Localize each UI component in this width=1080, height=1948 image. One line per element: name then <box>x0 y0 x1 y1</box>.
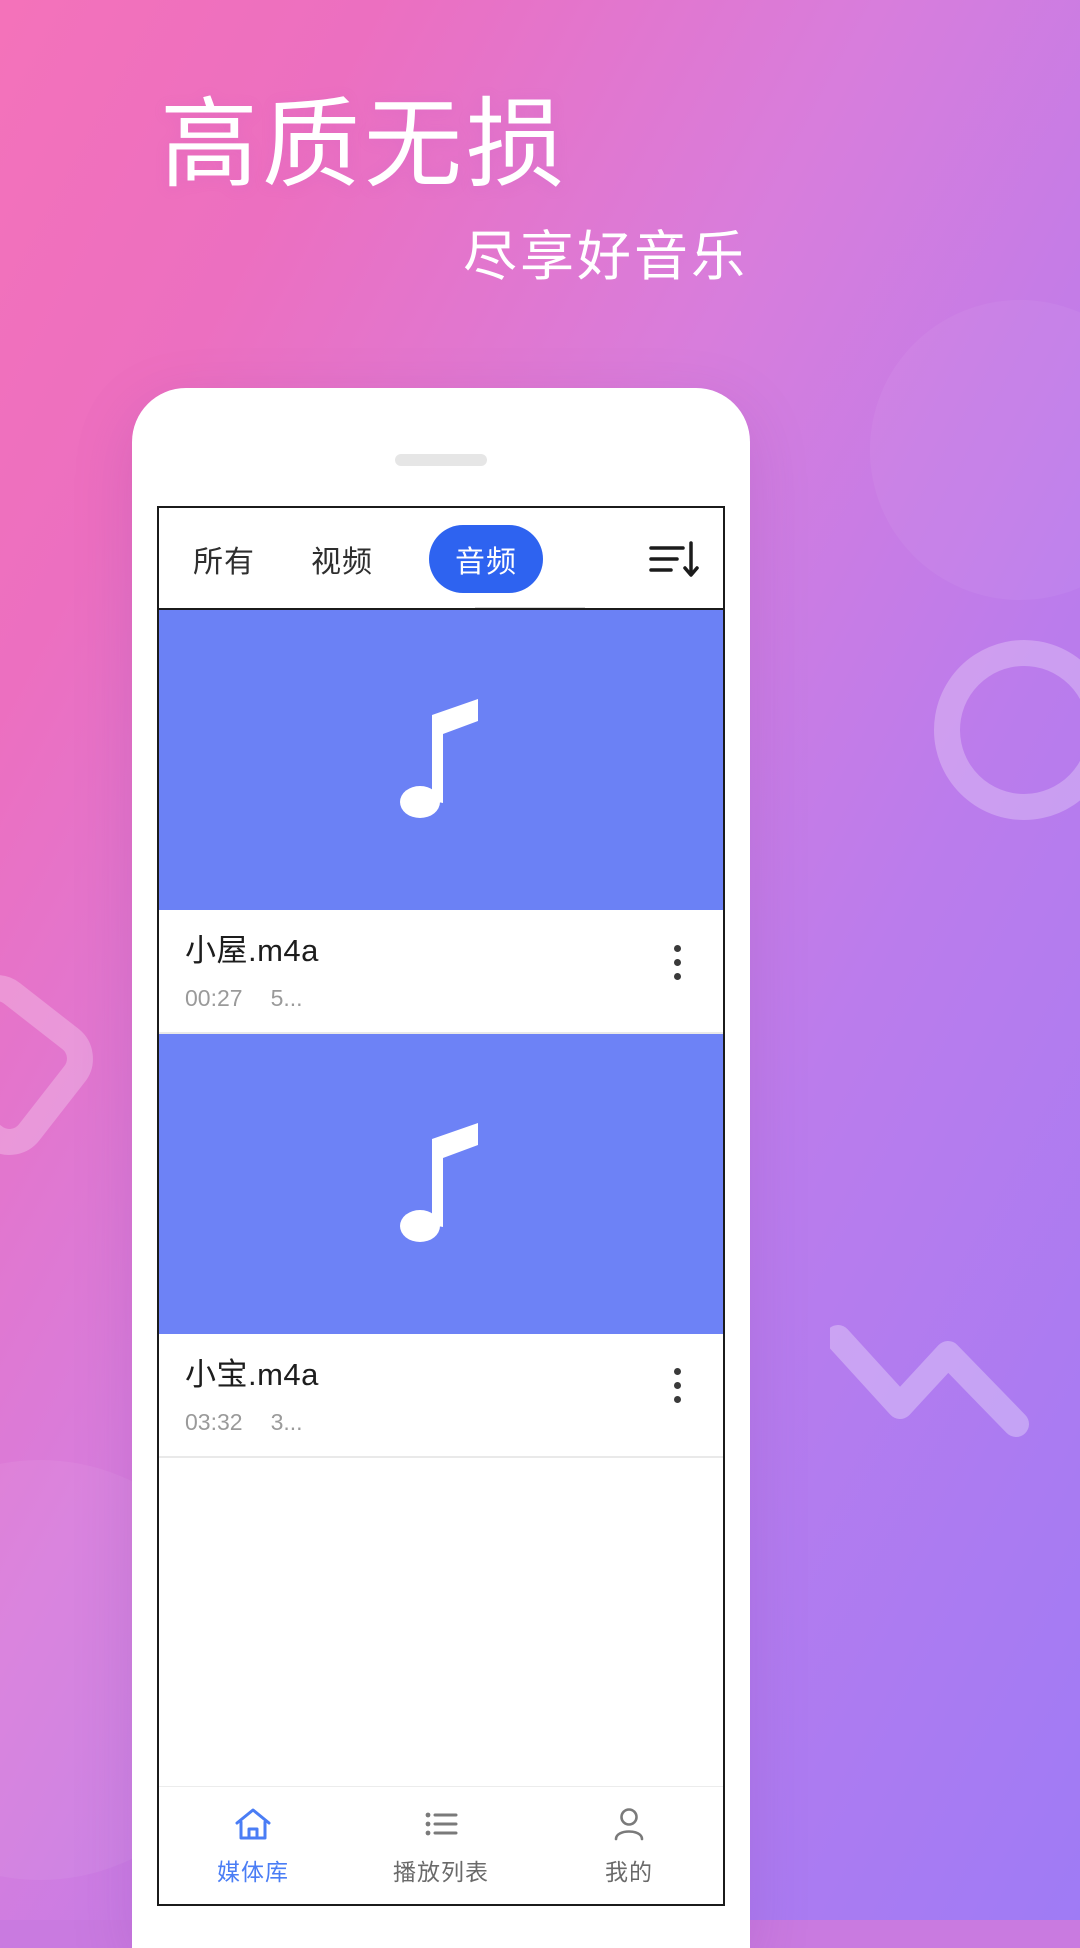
file-name: 小屋.m4a <box>185 933 319 968</box>
list-icon <box>419 1804 463 1844</box>
tab-video[interactable]: 视频 <box>311 537 373 581</box>
nav-item-library[interactable]: 媒体库 <box>159 1804 347 1887</box>
nav-item-profile[interactable]: 我的 <box>535 1804 723 1887</box>
phone-speaker-grill <box>395 454 487 466</box>
kebab-dot <box>673 972 681 980</box>
kebab-menu-icon[interactable] <box>657 1362 697 1410</box>
media-type-tabbar: 所有 视频 音频 <box>159 508 723 610</box>
sort-list-icon[interactable] <box>647 536 699 582</box>
file-duration: 00:27 <box>185 984 243 1011</box>
media-thumbnail[interactable] <box>159 1033 723 1334</box>
music-note-icon <box>386 1109 496 1259</box>
file-size: 3... <box>270 1408 303 1435</box>
file-name: 小宝.m4a <box>185 1356 319 1392</box>
nav-label-playlist: 播放列表 <box>393 1859 489 1885</box>
file-submeta: 03:32 3... <box>185 1409 657 1436</box>
nav-label-library: 媒体库 <box>217 1859 289 1885</box>
kebab-dot <box>673 958 681 966</box>
app-screen: 所有 视频 音频 小屋.m4a 00:27 5... 小宝.m4a 03:32 … <box>157 506 725 1906</box>
tabbar-bottom-border <box>159 608 723 610</box>
file-size: 5... <box>270 984 303 1011</box>
kebab-menu-icon[interactable] <box>657 938 697 986</box>
kebab-dot <box>673 1368 681 1376</box>
nav-label-profile: 我的 <box>605 1859 653 1885</box>
tab-audio[interactable]: 音频 <box>429 525 543 593</box>
music-note-icon <box>386 685 496 835</box>
media-list[interactable]: 小屋.m4a 00:27 5... 小宝.m4a 03:32 3... <box>159 610 723 1786</box>
list-item[interactable]: 小屋.m4a 00:27 5... <box>159 610 723 1034</box>
file-duration: 03:32 <box>185 1408 243 1435</box>
media-meta-text: 小宝.m4a 03:32 3... <box>185 1356 657 1436</box>
person-icon <box>607 1804 651 1844</box>
phone-mockup: 所有 视频 音频 小屋.m4a 00:27 5... 小宝.m4a 03:32 … <box>132 388 750 1948</box>
media-meta-row: 小宝.m4a 03:32 3... <box>159 1333 723 1458</box>
file-submeta: 00:27 5... <box>185 985 657 1012</box>
list-item[interactable]: 小宝.m4a 03:32 3... <box>159 1033 723 1458</box>
media-meta-row: 小屋.m4a 00:27 5... <box>159 910 723 1034</box>
page-title: 高质无损 <box>160 89 569 199</box>
home-icon <box>231 1804 275 1844</box>
kebab-dot <box>673 1396 681 1404</box>
media-thumbnail[interactable] <box>159 610 723 910</box>
media-meta-text: 小屋.m4a 00:27 5... <box>185 932 657 1012</box>
kebab-dot <box>673 944 681 952</box>
kebab-dot <box>673 1382 681 1390</box>
page-subtitle: 尽享好音乐 <box>463 227 748 287</box>
nav-item-playlist[interactable]: 播放列表 <box>347 1804 535 1887</box>
bottom-navigation: 媒体库 播放列表 我的 <box>159 1786 723 1904</box>
tab-all[interactable]: 所有 <box>193 537 255 581</box>
